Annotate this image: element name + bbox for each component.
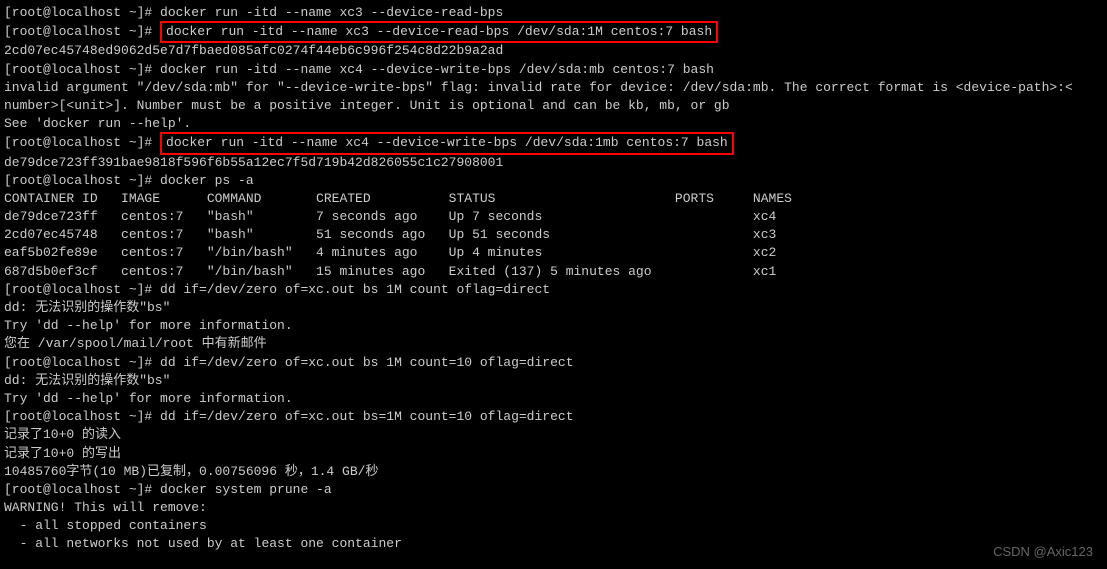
- dd-output: 记录了10+0 的读入: [4, 426, 1103, 444]
- warning-output: WARNING! This will remove:: [4, 499, 1103, 517]
- terminal-line-highlighted: [root@localhost ~]# docker run -itd --na…: [4, 133, 1103, 153]
- terminal-line: [root@localhost ~]# docker run -itd --na…: [4, 4, 1103, 22]
- warning-output: - all stopped containers: [4, 517, 1103, 535]
- docker-ps-header: CONTAINER ID IMAGE COMMAND CREATED STATU…: [4, 190, 1103, 208]
- terminal-line: [root@localhost ~]# dd if=/dev/zero of=x…: [4, 408, 1103, 426]
- error-output: dd: 无法识别的操作数"bs": [4, 372, 1103, 390]
- terminal-line: [root@localhost ~]# docker ps -a: [4, 172, 1103, 190]
- error-output: dd: 无法识别的操作数"bs": [4, 299, 1103, 317]
- highlighted-command: docker run -itd --name xc3 --device-read…: [160, 21, 718, 43]
- mail-notice: 您在 /var/spool/mail/root 中有新邮件: [4, 335, 1103, 353]
- terminal-output[interactable]: [root@localhost ~]# docker run -itd --na…: [4, 4, 1103, 554]
- warning-output: - all networks not used by at least one …: [4, 535, 1103, 553]
- dd-output: 10485760字节(10 MB)已复制，0.00756096 秒，1.4 GB…: [4, 463, 1103, 481]
- container-id-output: de79dce723ff391bae9818f596f6b55a12ec7f5d…: [4, 154, 1103, 172]
- error-output: number>[<unit>]. Number must be a positi…: [4, 97, 1103, 115]
- terminal-line: [root@localhost ~]# dd if=/dev/zero of=x…: [4, 281, 1103, 299]
- watermark: CSDN @Axic123: [993, 543, 1093, 561]
- terminal-line: [root@localhost ~]# docker system prune …: [4, 481, 1103, 499]
- terminal-line-highlighted: [root@localhost ~]# docker run -itd --na…: [4, 22, 1103, 42]
- prompt: [root@localhost ~]#: [4, 24, 160, 39]
- error-output: invalid argument "/dev/sda:mb" for "--de…: [4, 79, 1103, 97]
- container-id-output: 2cd07ec45748ed9062d5e7d7fbaed085afc0274f…: [4, 42, 1103, 60]
- table-row: de79dce723ff centos:7 "bash" 7 seconds a…: [4, 208, 1103, 226]
- highlighted-command: docker run -itd --name xc4 --device-writ…: [160, 132, 734, 154]
- error-output: Try 'dd --help' for more information.: [4, 390, 1103, 408]
- prompt: [root@localhost ~]#: [4, 135, 160, 150]
- dd-output: 记录了10+0 的写出: [4, 445, 1103, 463]
- terminal-line: [root@localhost ~]# dd if=/dev/zero of=x…: [4, 354, 1103, 372]
- table-row: eaf5b02fe89e centos:7 "/bin/bash" 4 minu…: [4, 244, 1103, 262]
- table-row: 2cd07ec45748 centos:7 "bash" 51 seconds …: [4, 226, 1103, 244]
- error-output: See 'docker run --help'.: [4, 115, 1103, 133]
- table-row: 687d5b0ef3cf centos:7 "/bin/bash" 15 min…: [4, 263, 1103, 281]
- error-output: Try 'dd --help' for more information.: [4, 317, 1103, 335]
- terminal-line: [root@localhost ~]# docker run -itd --na…: [4, 61, 1103, 79]
